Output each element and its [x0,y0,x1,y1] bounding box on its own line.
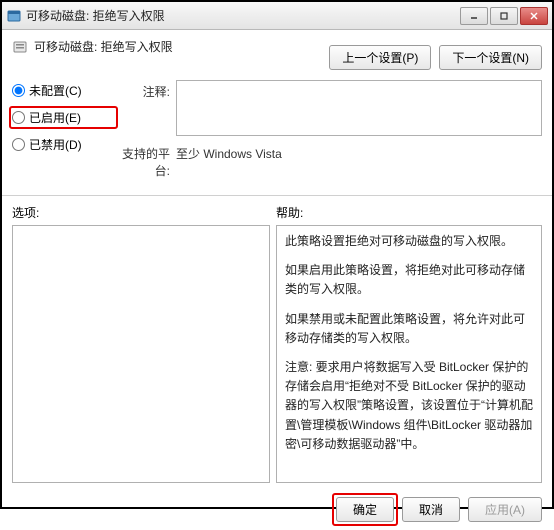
window-title: 可移动磁盘: 拒绝写入权限 [26,7,460,24]
platform-value: 至少 Windows Vista [176,142,542,179]
radio-enabled-input[interactable] [12,111,25,124]
help-text: 此策略设置拒绝对可移动磁盘的写入权限。 [285,232,533,251]
titlebar: 可移动磁盘: 拒绝写入权限 [2,2,552,30]
radio-enabled[interactable]: 已启用(E) [12,109,112,126]
maximize-button[interactable] [490,7,518,25]
help-text: 如果启用此策略设置，将拒绝对此可移动存储类的写入权限。 [285,261,533,299]
policy-heading: 可移动磁盘: 拒绝写入权限 [34,38,173,55]
next-setting-button[interactable]: 下一个设置(N) [439,45,542,70]
radio-disabled-input[interactable] [12,138,25,151]
options-label: 选项: [12,204,276,221]
policy-icon [12,39,28,55]
radio-disabled[interactable]: 已禁用(D) [12,136,112,153]
prev-setting-button[interactable]: 上一个设置(P) [329,45,431,70]
comment-label: 注释: [112,80,176,136]
window-icon [6,8,22,24]
radio-enabled-label: 已启用(E) [29,109,81,126]
comment-input[interactable] [176,80,542,136]
radio-not-configured[interactable]: 未配置(C) [12,82,112,99]
radio-disabled-label: 已禁用(D) [29,136,82,153]
highlight-ok: 确定 [332,493,398,526]
highlight-enabled: 已启用(E) [9,106,118,129]
cancel-button[interactable]: 取消 [402,497,460,522]
radio-not-configured-input[interactable] [12,84,25,97]
help-text: 注意: 要求用户将数据写入受 BitLocker 保护的存储会启用“拒绝对不受 … [285,358,533,454]
ok-button[interactable]: 确定 [336,497,394,522]
window-controls [460,7,548,25]
close-button[interactable] [520,7,548,25]
help-text: 如果禁用或未配置此策略设置，将允许对此可移动存储类的写入权限。 [285,310,533,348]
minimize-button[interactable] [460,7,488,25]
radio-not-configured-label: 未配置(C) [29,82,82,99]
options-panel [12,225,270,483]
help-label: 帮助: [276,204,303,221]
help-panel: 此策略设置拒绝对可移动磁盘的写入权限。 如果启用此策略设置，将拒绝对此可移动存储… [276,225,542,483]
apply-button[interactable]: 应用(A) [468,497,542,522]
platform-label: 支持的平台: [112,142,176,179]
